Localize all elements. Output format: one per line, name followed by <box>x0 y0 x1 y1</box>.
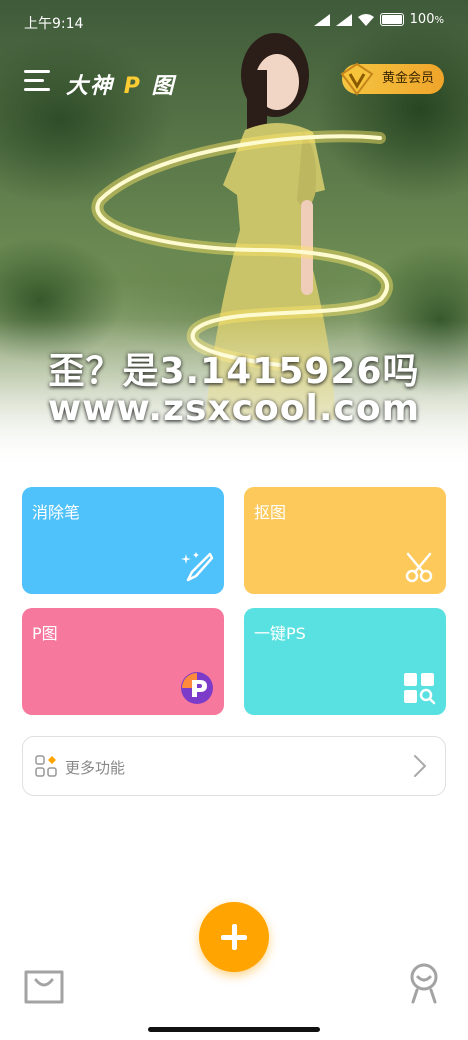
tile-label: 消除笔 <box>32 503 81 522</box>
magic-brush-icon <box>181 552 214 582</box>
tile-eraser[interactable]: 消除笔 <box>22 487 224 594</box>
tile-label: P图 <box>32 624 58 643</box>
vip-label: 黄金会员 <box>381 71 434 86</box>
more-functions-label: 更多功能 <box>65 759 126 777</box>
signal-icon <box>313 13 330 26</box>
grid-search-icon <box>404 673 436 705</box>
watermark-line-1: 歪？是3.1415926吗 <box>48 351 420 392</box>
apps-grid-icon <box>35 755 57 777</box>
status-time: 上午9:14 <box>24 16 84 32</box>
tile-one-click-ps[interactable]: 一键PS <box>244 608 446 715</box>
home-indicator[interactable] <box>148 1027 320 1032</box>
wifi-icon <box>357 13 374 26</box>
vip-crown-icon <box>340 62 374 96</box>
status-icons: 100% <box>313 12 444 27</box>
p-logo-icon <box>181 672 213 704</box>
more-functions-button[interactable]: 更多功能 <box>22 736 446 796</box>
signal-icon <box>335 13 352 26</box>
watermark-line-2: www.zsxcool.com <box>47 388 421 429</box>
battery-percent: 100% <box>409 12 444 27</box>
shopping-bag-icon[interactable] <box>22 962 66 1006</box>
scissors-icon <box>405 552 433 583</box>
tile-cutout[interactable]: 抠图 <box>244 487 446 594</box>
tile-photo-edit[interactable]: P图 <box>22 608 224 715</box>
chevron-right-icon <box>414 755 426 777</box>
vip-button[interactable]: 黄金会员 <box>340 62 444 96</box>
tile-label: 抠图 <box>254 503 287 522</box>
status-bar: 上午9:14 100% <box>0 0 468 44</box>
tile-label: 一键PS <box>254 624 306 643</box>
profile-icon[interactable] <box>403 962 445 1006</box>
menu-button[interactable] <box>24 70 50 92</box>
app-title: 大神 P 图 <box>66 74 176 99</box>
battery-icon <box>379 13 404 26</box>
add-button[interactable] <box>199 902 269 972</box>
